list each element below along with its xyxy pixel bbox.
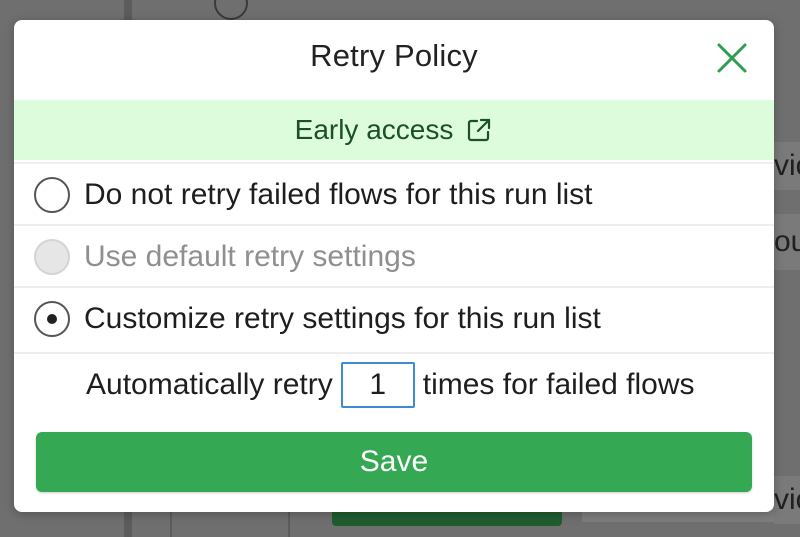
external-link-icon [468, 118, 491, 142]
save-button[interactable]: Save [36, 432, 752, 492]
option-customize-retry[interactable]: Customize retry settings for this run li… [14, 286, 774, 350]
bg-cell: vic [774, 142, 800, 190]
option-label: Use default retry settings [84, 240, 416, 273]
close-button[interactable] [714, 40, 750, 76]
option-do-not-retry[interactable]: Do not retry failed flows for this run l… [14, 162, 774, 226]
bg-node-icon [214, 0, 248, 20]
bg-cell-text: vic [774, 149, 800, 182]
banner-text: Early access [294, 114, 454, 145]
radio-customize-retry[interactable] [34, 301, 70, 337]
retry-policy-dialog: Retry Policy Early access Do not retry f… [14, 20, 774, 512]
bg-cell: ou [774, 214, 800, 270]
bg-cell-text: vic [774, 483, 800, 516]
retry-count-row: Automatically retry times for failed flo… [14, 352, 774, 416]
bg-cell-text: ou [774, 225, 800, 258]
bg-divider [288, 512, 290, 537]
option-label: Customize retry settings for this run li… [84, 302, 601, 335]
radio-default-retry [34, 239, 70, 275]
bg-divider [170, 512, 172, 537]
close-icon [717, 43, 747, 73]
option-label: Do not retry failed flows for this run l… [84, 178, 593, 211]
dialog-title: Retry Policy [310, 38, 478, 73]
retry-suffix-text: times for failed flows [422, 368, 695, 401]
early-access-banner[interactable]: Early access [14, 100, 774, 160]
dialog-header: Retry Policy [14, 20, 774, 100]
retry-prefix-text: Automatically retry [86, 368, 333, 401]
option-default-retry: Use default retry settings [14, 224, 774, 288]
radio-selected-dot [47, 314, 57, 324]
retry-count-input[interactable] [340, 362, 415, 408]
radio-do-not-retry[interactable] [34, 177, 70, 213]
bg-cell: vic [774, 476, 800, 524]
